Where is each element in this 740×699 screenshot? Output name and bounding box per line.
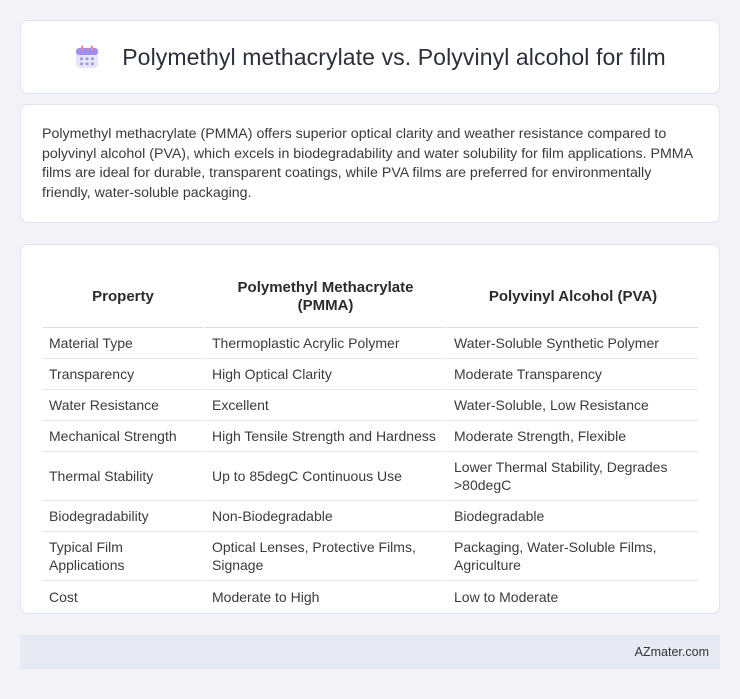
table-header-row: Property Polymethyl Methacrylate (PMMA) … [43, 266, 698, 328]
row-property: Material Type [43, 328, 203, 359]
row-property: Mechanical Strength [43, 421, 203, 452]
comparison-table-card: Property Polymethyl Methacrylate (PMMA) … [20, 244, 720, 614]
row-property: Typical Film Applications [43, 532, 203, 581]
row-property: Biodegradability [43, 501, 203, 532]
row-pmma-value: Up to 85degC Continuous Use [203, 452, 445, 501]
row-pva-value: Water-Soluble Synthetic Polymer [445, 328, 698, 359]
header-pva: Polyvinyl Alcohol (PVA) [445, 266, 698, 328]
row-property: Cost [49, 588, 78, 605]
row-pmma-value: Optical Lenses, Protective Films, Signag… [203, 532, 445, 581]
table-row: Transparency High Optical Clarity Modera… [43, 359, 698, 390]
row-pmma-value: Thermoplastic Acrylic Polymer [203, 328, 445, 359]
footer: AZmater.com [20, 635, 720, 669]
table-row: Material Type Thermoplastic Acrylic Poly… [43, 328, 698, 359]
header-property: Property [43, 266, 203, 328]
row-pmma-value: High Tensile Strength and Hardness [203, 421, 445, 452]
row-pva-value: Biodegradable [445, 501, 698, 532]
table-row: Mechanical Strength High Tensile Strengt… [43, 421, 698, 452]
calendar-icon [76, 45, 99, 68]
description-text: Polymethyl methacrylate (PMMA) offers su… [42, 126, 693, 201]
table-row: Biodegradability Non-Biodegradable Biode… [43, 501, 698, 532]
row-property: Thermal Stability [43, 452, 203, 501]
row-pmma-value: High Optical Clarity [203, 359, 445, 390]
table-row: Cost Moderate to High Low to Moderate [43, 581, 698, 612]
row-pva-value: Moderate Strength, Flexible [445, 421, 698, 452]
footer-brand[interactable]: AZmater.com [635, 645, 709, 659]
row-pva-value: Packaging, Water-Soluble Films, Agricult… [445, 532, 698, 581]
comparison-table: Property Polymethyl Methacrylate (PMMA) … [43, 266, 698, 612]
row-pmma-value: Excellent [203, 390, 445, 421]
table-row: Water Resistance Excellent Water-Soluble… [43, 390, 698, 421]
table-row: Thermal Stability Up to 85degC Continuou… [43, 452, 698, 501]
table-row: Typical Film Applications Optical Lenses… [43, 532, 698, 581]
row-pva-value: Low to Moderate [445, 581, 698, 612]
row-pmma-value: Non-Biodegradable [203, 501, 445, 532]
row-property: Water Resistance [43, 390, 203, 421]
page-title: Polymethyl methacrylate vs. Polyvinyl al… [122, 43, 666, 70]
row-pva-value: Lower Thermal Stability, Degrades >80deg… [445, 452, 698, 501]
row-pmma-value: Moderate to High [203, 581, 445, 612]
title-card: Polymethyl methacrylate vs. Polyvinyl al… [20, 20, 720, 94]
row-pva-value: Moderate Transparency [445, 359, 698, 390]
row-property: Transparency [43, 359, 203, 390]
row-pva-value: Water-Soluble, Low Resistance [445, 390, 698, 421]
description-card: Polymethyl methacrylate (PMMA) offers su… [20, 104, 720, 223]
header-pmma: Polymethyl Methacrylate (PMMA) [203, 266, 445, 328]
